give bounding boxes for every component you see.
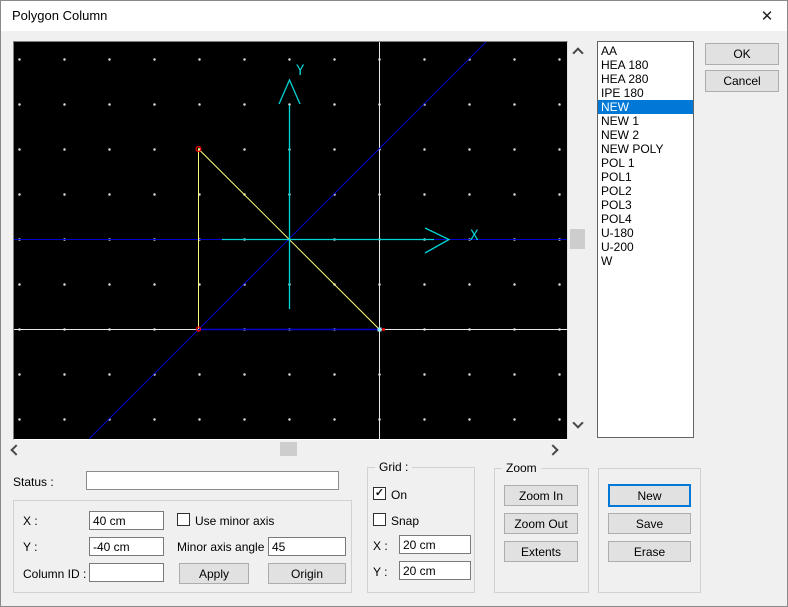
horizontal-scroll-thumb[interactable] <box>280 442 297 456</box>
list-item[interactable]: U-200 <box>598 240 693 254</box>
column-id-label: Column ID : <box>23 567 86 581</box>
grid-y-label: Y : <box>373 565 387 579</box>
grid-x-input[interactable] <box>399 535 471 554</box>
polygon-column-dialog: Polygon Column ✕ Y X <box>0 0 788 607</box>
ok-button[interactable]: OK <box>705 43 779 65</box>
scroll-right-icon[interactable] <box>547 444 558 455</box>
list-item[interactable]: POL4 <box>598 212 693 226</box>
close-icon[interactable]: ✕ <box>749 1 785 31</box>
current-point-marker <box>378 328 382 332</box>
canvas-drawing: Y X <box>14 42 567 439</box>
canvas-vertical-scrollbar[interactable] <box>569 41 586 437</box>
extents-button[interactable]: Extents <box>504 541 578 562</box>
x-label: X : <box>23 514 38 528</box>
scroll-up-icon[interactable] <box>572 47 583 58</box>
vertical-scroll-thumb[interactable] <box>570 229 585 249</box>
list-item[interactable]: POL3 <box>598 198 693 212</box>
scroll-left-icon[interactable] <box>10 444 21 455</box>
section-listbox[interactable]: AA HEA 180 HEA 280 IPE 180 NEW NEW 1 NEW… <box>597 41 694 438</box>
x-axis-label: X <box>470 228 479 244</box>
minor-axis-angle-label: Minor axis angle : <box>177 540 271 554</box>
list-item[interactable]: NEW 1 <box>598 114 693 128</box>
zoom-out-button[interactable]: Zoom Out <box>504 513 578 534</box>
drawing-canvas[interactable]: Y X <box>13 41 568 440</box>
cancel-button[interactable]: Cancel <box>705 70 779 92</box>
list-item[interactable]: NEW <box>598 100 693 114</box>
list-item[interactable]: POL1 <box>598 170 693 184</box>
grid-group-title: Grid : <box>375 460 412 474</box>
canvas-horizontal-scrollbar[interactable] <box>3 441 566 457</box>
column-id-input[interactable] <box>89 563 164 582</box>
apply-button[interactable]: Apply <box>179 563 249 584</box>
list-item[interactable]: NEW 2 <box>598 128 693 142</box>
list-item[interactable]: NEW POLY <box>598 142 693 156</box>
grid-on-label: On <box>391 488 407 502</box>
grid-snap-label: Snap <box>391 514 419 528</box>
status-label: Status : <box>13 475 54 489</box>
list-item[interactable]: HEA 280 <box>598 72 693 86</box>
grid-x-label: X : <box>373 539 388 553</box>
status-box <box>86 471 339 490</box>
new-button[interactable]: New <box>608 484 691 507</box>
vertex-marker-3 <box>382 328 385 331</box>
use-minor-axis-checkbox[interactable] <box>177 513 190 526</box>
list-item[interactable]: AA <box>598 44 693 58</box>
minor-axis-45deg-line <box>89 42 486 439</box>
minor-axis-angle-input[interactable] <box>268 537 346 556</box>
scroll-down-icon[interactable] <box>572 417 583 428</box>
grid-on-checkbox[interactable] <box>373 487 386 500</box>
title-bar: Polygon Column ✕ <box>1 1 787 31</box>
x-input[interactable] <box>89 511 164 530</box>
grid-snap-checkbox[interactable] <box>373 513 386 526</box>
list-item[interactable]: HEA 180 <box>598 58 693 72</box>
list-item[interactable]: POL2 <box>598 184 693 198</box>
y-input[interactable] <box>89 537 164 556</box>
zoom-in-button[interactable]: Zoom In <box>504 485 578 506</box>
list-item[interactable]: IPE 180 <box>598 86 693 100</box>
list-item[interactable]: U-180 <box>598 226 693 240</box>
list-item[interactable]: POL 1 <box>598 156 693 170</box>
dialog-title: Polygon Column <box>12 1 107 31</box>
erase-button[interactable]: Erase <box>608 541 691 562</box>
grid-y-input[interactable] <box>399 561 471 580</box>
save-button[interactable]: Save <box>608 513 691 534</box>
y-axis-arrowhead-icon <box>279 80 300 104</box>
list-item[interactable]: W <box>598 254 693 268</box>
use-minor-axis-label: Use minor axis <box>195 514 274 528</box>
origin-button[interactable]: Origin <box>268 563 346 584</box>
y-axis-label: Y <box>296 63 305 79</box>
y-label: Y : <box>23 540 37 554</box>
zoom-group-title: Zoom <box>502 461 541 475</box>
x-axis-arrowhead-icon <box>425 228 449 253</box>
